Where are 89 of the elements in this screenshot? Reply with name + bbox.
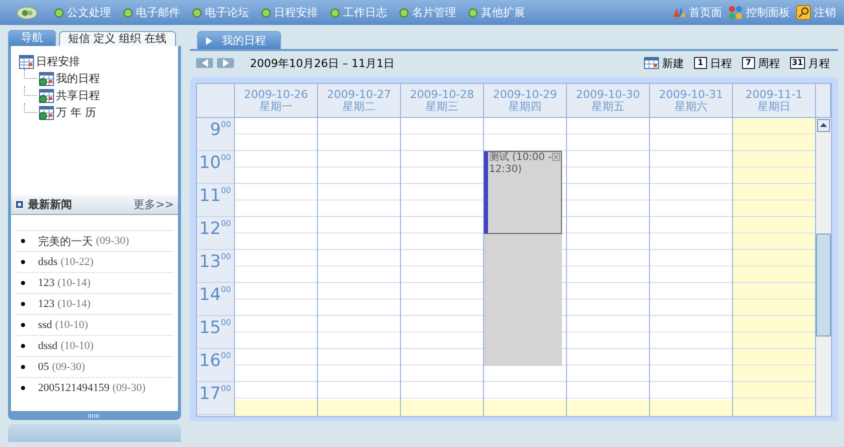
bullet-icon <box>21 323 25 327</box>
left-arrow-icon <box>202 59 208 67</box>
news-date: (10-10) <box>55 319 88 331</box>
date-range: 2009年10月26日 – 11月1日 <box>250 56 394 70</box>
more-link[interactable]: 更多>> <box>134 197 174 212</box>
right-arrow-icon <box>222 59 228 67</box>
news-date: (10-10) <box>60 340 94 352</box>
event-card[interactable]: 测试 (10:00 - 12:30) <box>484 151 562 234</box>
tree-item[interactable]: 我的日程 <box>56 71 100 86</box>
hour-label: 13$^{00}$ <box>197 250 234 283</box>
hour-label: 16$^{00}$ <box>197 349 234 382</box>
news-link[interactable]: ssd <box>38 319 52 331</box>
news-date: (09-30) <box>52 361 85 373</box>
day-header: 2009-10-29 星期四 <box>484 84 567 118</box>
bullet-icon <box>123 8 133 18</box>
calendar-number-icon: 7 <box>742 57 755 69</box>
time-slot[interactable] <box>484 400 566 416</box>
hour-label: 14$^{00}$ <box>197 283 234 316</box>
collapsed-panel[interactable] <box>8 424 181 442</box>
time-slot[interactable] <box>567 400 649 416</box>
hour-label: 11$^{00}$ <box>197 184 234 217</box>
news-link[interactable]: 05 <box>38 361 49 373</box>
colorful-logo-icon <box>671 5 686 20</box>
news-link[interactable]: dsds <box>38 256 58 268</box>
day-header: 2009-10-28 星期三 <box>401 84 484 118</box>
key-icon <box>796 5 811 20</box>
hour-label: 15$^{00}$ <box>197 316 234 349</box>
calendar-icon <box>644 57 659 69</box>
close-icon[interactable] <box>552 153 560 161</box>
day-header: 2009-11-1 星期日 <box>733 84 816 118</box>
tree-item[interactable]: 万 年 历 <box>56 105 96 120</box>
news-link[interactable]: 123 <box>38 277 54 289</box>
news-link[interactable]: 2005121494159 <box>38 382 110 394</box>
day-header: 2009-10-26 星期一 <box>235 84 318 118</box>
bullet-icon <box>21 386 25 390</box>
next-button[interactable] <box>217 58 234 68</box>
bullet-icon <box>21 260 25 264</box>
triangle-icon <box>206 36 212 44</box>
previous-button[interactable] <box>196 58 213 68</box>
hour-label: 9$^{00}$ <box>197 118 234 151</box>
scrollbar[interactable] <box>816 118 831 416</box>
news-link[interactable]: 完美的一天 <box>38 234 93 248</box>
time-slot[interactable] <box>401 400 483 416</box>
toolbar-link[interactable]: 新建 <box>644 56 684 70</box>
tree-item[interactable]: 共享日程 <box>56 88 100 103</box>
section-title: 最新新闻 <box>28 197 72 212</box>
hour-label: 12$^{00}$ <box>197 217 234 250</box>
news-link[interactable]: dssd <box>38 340 58 352</box>
news-link[interactable]: 123 <box>38 298 54 310</box>
bullet-icon <box>330 8 340 18</box>
time-slot[interactable] <box>650 400 732 416</box>
calendar-number-icon: 1 <box>694 57 707 69</box>
news-date: (10-22) <box>60 256 94 268</box>
bullet-icon <box>468 8 478 18</box>
bullet-icon <box>21 365 25 369</box>
calendar-icon <box>39 88 54 103</box>
toolbar-link[interactable]: 1 日程 <box>694 56 732 70</box>
calendar-icon <box>39 105 54 120</box>
calendar-icon <box>39 71 54 86</box>
bullet-icon <box>21 281 25 285</box>
calendar-icon <box>19 54 34 69</box>
bullet-icon <box>21 239 25 243</box>
time-slot[interactable] <box>318 400 400 416</box>
toolbar-link[interactable]: 7 周程 <box>742 56 780 70</box>
day-header: 2009-10-27 星期二 <box>318 84 401 118</box>
day-header: 2009-10-31 星期六 <box>650 84 733 118</box>
bullet-icon <box>54 8 64 18</box>
hour-label: 17$^{00}$ <box>197 382 234 415</box>
news-date: (09-30) <box>112 382 146 394</box>
bullet-icon <box>21 344 25 348</box>
bullet-icon <box>192 8 202 18</box>
tree-item[interactable]: 日程安排 <box>36 54 80 69</box>
news-date: (10-14) <box>58 298 90 310</box>
square-icon <box>15 200 24 209</box>
resize-grip-icon[interactable] <box>88 414 100 418</box>
toolbar-link[interactable]: 31 月程 <box>790 56 830 70</box>
bullet-icon <box>261 8 271 18</box>
news-date: (09-30) <box>96 235 129 247</box>
day-header: 2009-10-30 星期五 <box>567 84 650 118</box>
bullet-icon <box>21 302 25 306</box>
news-date: (10-14) <box>58 277 90 289</box>
calendar-number-icon: 31 <box>790 57 805 69</box>
event-title: 测试 (10:00 - 12:30) <box>489 152 552 176</box>
sidebar-tab[interactable]: 短信 定义 组织 在线 <box>59 31 176 46</box>
bullet-icon <box>399 8 409 18</box>
hour-label: 10$^{00}$ <box>197 151 234 184</box>
time-slot[interactable] <box>235 400 317 416</box>
four-dots-icon <box>728 5 743 20</box>
logo-icon[interactable] <box>16 6 38 20</box>
